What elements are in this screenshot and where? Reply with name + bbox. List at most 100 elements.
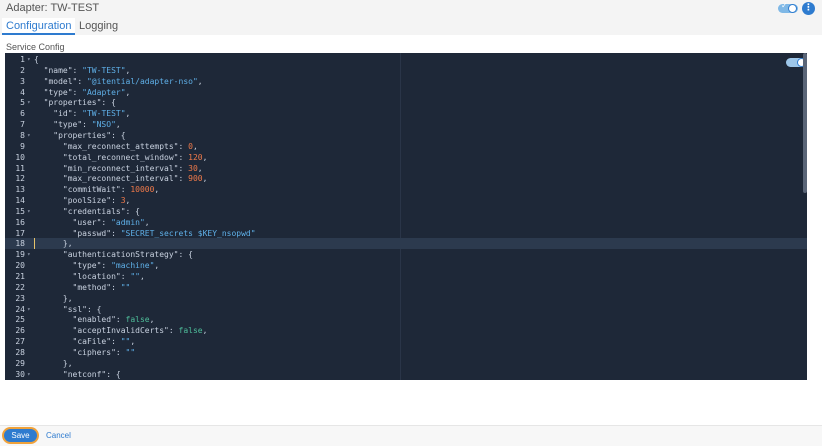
line-number: 17 xyxy=(15,228,25,238)
code-line[interactable]: 24 ▾ "ssl": { xyxy=(5,304,807,315)
code-line[interactable]: 9 "max_reconnect_attempts": 0, xyxy=(5,141,807,152)
code-token: , xyxy=(125,65,131,75)
line-number: 14 xyxy=(15,196,25,206)
code-token: }, xyxy=(34,239,73,249)
page-title: Adapter: TW-TEST xyxy=(6,2,100,14)
code-token: }, xyxy=(34,358,73,368)
fold-arrow-icon[interactable]: ▾ xyxy=(27,369,31,380)
service-config-label: Service Config xyxy=(6,42,65,52)
editor-scrollbar[interactable] xyxy=(803,53,807,193)
code-token: "" xyxy=(125,347,136,357)
line-number: 5 xyxy=(20,98,25,108)
code-text: "properties": { xyxy=(34,130,125,141)
code-line[interactable]: 28 "ciphers": "" xyxy=(5,347,807,358)
code-line[interactable]: 18 }, xyxy=(5,238,807,250)
fold-arrow-icon[interactable]: ▾ xyxy=(27,54,31,65)
line-number: 11 xyxy=(15,163,25,173)
line-number: 19 xyxy=(15,250,25,260)
adapter-active-toggle[interactable]: ✓ xyxy=(778,1,798,13)
code-token: , xyxy=(125,109,131,119)
fold-arrow-icon[interactable]: ▾ xyxy=(27,130,31,141)
code-token: "method": xyxy=(34,282,121,292)
check-icon: ✓ xyxy=(781,1,788,10)
code-token: "type": xyxy=(34,120,92,130)
code-line[interactable]: 3 "model": "@itential/adapter-nso", xyxy=(5,76,807,87)
code-line[interactable]: 4 "type": "Adapter", xyxy=(5,87,807,98)
code-token: "NSO" xyxy=(91,120,116,130)
code-line[interactable]: 17 "passwd": "SECRET_secrets $KEY_nsopwd… xyxy=(5,228,807,239)
code-text: "min_reconnect_interval": 30, xyxy=(34,163,203,174)
code-line[interactable]: 16 "user": "admin", xyxy=(5,217,807,228)
cancel-link[interactable]: Cancel xyxy=(46,431,71,440)
line-number: 30 xyxy=(15,369,25,379)
line-number: 6 xyxy=(20,109,25,119)
line-number: 20 xyxy=(15,261,25,271)
code-line[interactable]: 29 }, xyxy=(5,358,807,369)
code-line[interactable]: 7 "type": "NSO", xyxy=(5,119,807,130)
code-token: "machine" xyxy=(111,261,155,271)
code-line[interactable]: 30 ▾ "netconf": { xyxy=(5,369,807,380)
header-bar: Adapter: TW-TEST xyxy=(0,0,822,18)
code-token: "TW-TEST" xyxy=(82,65,126,75)
code-text: "id": "TW-TEST", xyxy=(34,108,130,119)
code-line[interactable]: 11 "min_reconnect_interval": 30, xyxy=(5,163,807,174)
footer-bar xyxy=(0,426,822,446)
code-editor[interactable]: 1 ▾{2 "name": "TW-TEST", 3 "model": "@iten… xyxy=(5,53,807,380)
code-text: "ssl": { xyxy=(34,304,102,315)
fold-arrow-icon[interactable]: ▾ xyxy=(27,206,31,217)
code-token: , xyxy=(197,163,203,173)
code-token: "name": xyxy=(34,65,83,75)
code-token: "type": xyxy=(34,87,83,97)
code-token: , xyxy=(139,272,145,281)
code-line[interactable]: 23 }, xyxy=(5,293,807,304)
code-line[interactable]: 26 "acceptInvalidCerts": false, xyxy=(5,325,807,336)
fold-arrow-icon[interactable]: ▾ xyxy=(27,97,31,108)
code-text: "poolSize": 3, xyxy=(34,195,130,206)
code-line[interactable]: 8 ▾ "properties": { xyxy=(5,130,807,141)
fold-arrow-icon[interactable]: ▾ xyxy=(27,249,31,260)
code-token: , xyxy=(125,196,131,206)
code-text: "name": "TW-TEST", xyxy=(34,65,131,76)
code-token: "max_reconnect_attempts": xyxy=(34,141,189,151)
code-token: "passwd": xyxy=(34,228,121,238)
code-line[interactable]: 13 "commitWait": 10000, xyxy=(5,184,807,195)
code-line[interactable]: 27 "caFile": "", xyxy=(5,336,807,347)
save-button[interactable]: Save xyxy=(4,429,37,442)
line-number: 10 xyxy=(15,152,25,162)
code-line[interactable]: 6 "id": "TW-TEST", xyxy=(5,108,807,119)
code-token: "TW-TEST" xyxy=(82,109,126,119)
code-token: "ciphers": xyxy=(34,347,126,357)
code-text: "type": "Adapter", xyxy=(34,87,131,98)
code-line[interactable]: 12 "max_reconnect_interval": 900, xyxy=(5,173,807,184)
code-line[interactable]: 10 "total_reconnect_window": 120, xyxy=(5,152,807,163)
line-number: 2 xyxy=(20,65,25,75)
code-line[interactable]: 19 ▾ "authenticationStrategy": { xyxy=(5,249,807,260)
line-number: 25 xyxy=(15,315,25,325)
code-line[interactable]: 14 "poolSize": 3, xyxy=(5,195,807,206)
code-line[interactable]: 20 "type": "machine", xyxy=(5,260,807,271)
code-token: "Adapter" xyxy=(82,87,126,97)
code-line[interactable]: 2 "name": "TW-TEST", xyxy=(5,65,807,76)
code-text: }, xyxy=(34,358,73,369)
code-token: "type": xyxy=(34,261,112,271)
line-number: 15 xyxy=(15,206,25,216)
line-number: 24 xyxy=(15,304,25,314)
code-line[interactable]: 1 ▾{ xyxy=(5,54,807,65)
code-line[interactable]: 15 ▾ "credentials": { xyxy=(5,206,807,217)
code-text: "model": "@itential/adapter-nso", xyxy=(34,76,203,87)
code-line[interactable]: 22 "method": "" xyxy=(5,282,807,293)
tab-configuration[interactable]: Configuration xyxy=(2,18,76,35)
code-token: "authenticationStrategy": { xyxy=(34,250,193,260)
code-line[interactable]: 21 "location": "", xyxy=(5,271,807,282)
fold-arrow-icon[interactable]: ▾ xyxy=(27,304,31,315)
line-number: 26 xyxy=(15,326,25,336)
code-token: "user": xyxy=(34,217,112,227)
code-line[interactable]: 25 "enabled": false, xyxy=(5,314,807,325)
code-token: "admin" xyxy=(111,217,145,227)
line-number: 7 xyxy=(20,120,25,130)
code-line[interactable]: 5 ▾ "properties": { xyxy=(5,97,807,108)
tab-logging[interactable]: Logging xyxy=(75,18,122,35)
code-token: "max_reconnect_interval": xyxy=(34,174,189,184)
code-text: "type": "machine", xyxy=(34,260,160,271)
more-options-icon[interactable]: ⋮ xyxy=(802,2,815,15)
